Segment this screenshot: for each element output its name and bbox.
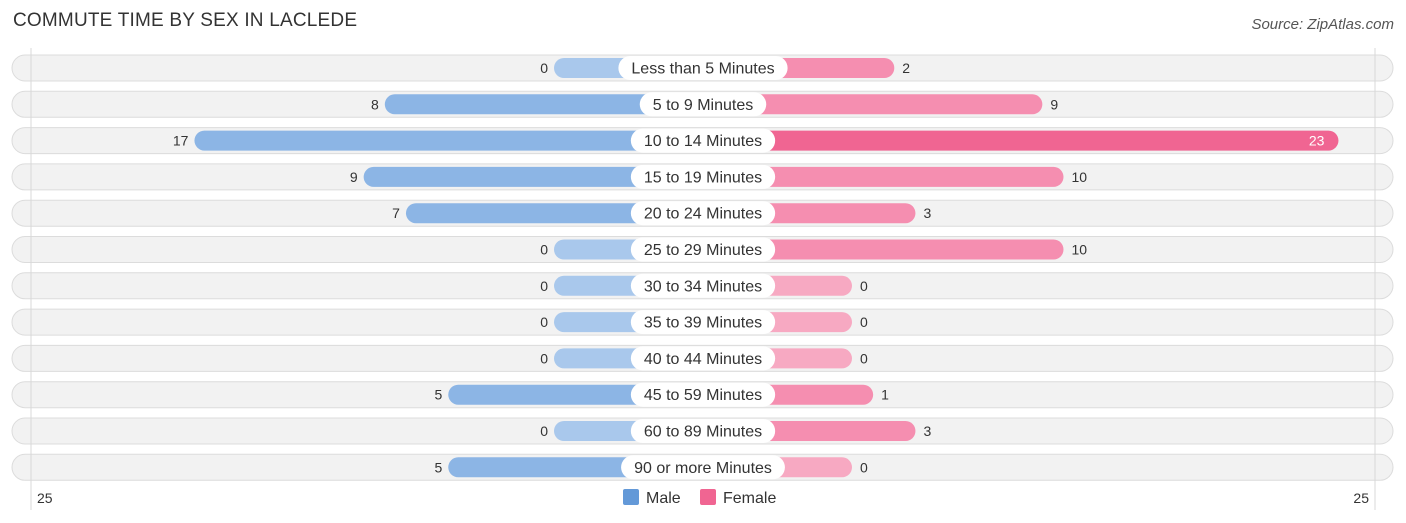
male-value-label: 0 — [540, 423, 548, 439]
male-value-label: 17 — [173, 133, 189, 149]
female-value-label: 9 — [1050, 96, 1058, 112]
category-label: 45 to 59 Minutes — [644, 387, 762, 404]
male-value-label: 0 — [540, 60, 548, 76]
female-value-label: 10 — [1072, 242, 1088, 258]
category-label: 30 to 34 Minutes — [644, 278, 762, 295]
female-value-label: 0 — [860, 278, 868, 294]
legend-label: Female — [723, 490, 776, 507]
female-value-label: 10 — [1072, 169, 1088, 185]
female-value-label: 0 — [860, 314, 868, 330]
male-value-label: 0 — [540, 350, 548, 366]
chart-row: 0 10 25 to 29 Minutes — [11, 236, 1394, 263]
category-label: 90 or more Minutes — [634, 460, 772, 477]
chart-legend: Male Female — [623, 489, 776, 507]
male-bar — [194, 130, 703, 151]
chart-row: 0 0 30 to 34 Minutes — [11, 272, 1394, 300]
chart-rows: 0 2Less than 5 Minutes8 95 to 9 Minutes17 2… — [11, 54, 1394, 481]
chart-row: 0 0 40 to 44 Minutes — [11, 344, 1394, 372]
axis-label-left: 25 — [37, 490, 53, 506]
female-value-label: 1 — [881, 387, 889, 403]
female-bar — [703, 130, 1339, 151]
female-value-label: 0 — [860, 350, 868, 366]
category-label: 10 to 14 Minutes — [644, 133, 762, 150]
female-value-label: 2 — [902, 60, 910, 76]
legend-male: Male — [623, 489, 681, 507]
male-value-label: 0 — [540, 278, 548, 294]
legend-swatch — [700, 489, 716, 505]
chart-row: 0 3 60 to 89 Minutes — [11, 417, 1394, 445]
axis-label-right: 25 — [1353, 490, 1369, 506]
legend-swatch — [623, 489, 639, 505]
category-label: 15 to 19 Minutes — [644, 169, 762, 186]
category-label: 60 to 89 Minutes — [644, 424, 762, 441]
female-value-label: 3 — [923, 423, 931, 439]
category-label: 20 to 24 Minutes — [644, 206, 762, 223]
female-value-label: 23 — [1309, 133, 1325, 149]
category-label: 25 to 29 Minutes — [644, 242, 762, 259]
male-value-label: 0 — [540, 242, 548, 258]
male-value-label: 0 — [540, 314, 548, 330]
male-value-label: 9 — [350, 169, 358, 185]
chart-row: 5 0 90 or more Minutes — [11, 453, 1394, 481]
legend-label: Male — [646, 490, 681, 507]
male-value-label: 7 — [392, 205, 400, 221]
category-label: Less than 5 Minutes — [631, 61, 774, 78]
category-label: 5 to 9 Minutes — [653, 97, 754, 114]
chart-row: 9 10 15 to 19 Minutes — [11, 163, 1394, 191]
male-value-label: 5 — [434, 387, 442, 403]
female-value-label: 3 — [923, 205, 931, 221]
chart-row: 17 23 10 to 14 Minutes — [11, 127, 1394, 155]
chart-svg: 0 2Less than 5 Minutes8 95 to 9 Minutes17 2… — [11, 48, 1394, 510]
male-value-label: 5 — [434, 459, 442, 475]
chart-row: 5 1 45 to 59 Minutes — [11, 381, 1394, 409]
chart-row: 0 0 35 to 39 Minutes — [11, 308, 1394, 336]
female-value-label: 0 — [860, 459, 868, 475]
category-label: 35 to 39 Minutes — [644, 315, 762, 332]
chart-row: 7 3 20 to 24 Minutes — [11, 199, 1394, 227]
category-label: 40 to 44 Minutes — [644, 351, 762, 368]
chart-row: 8 9 5 to 9 Minutes — [11, 90, 1394, 118]
chart-row: 0 2 Less than 5 Minutes — [11, 54, 1394, 82]
legend-female: Female — [700, 489, 776, 507]
male-value-label: 8 — [371, 96, 379, 112]
